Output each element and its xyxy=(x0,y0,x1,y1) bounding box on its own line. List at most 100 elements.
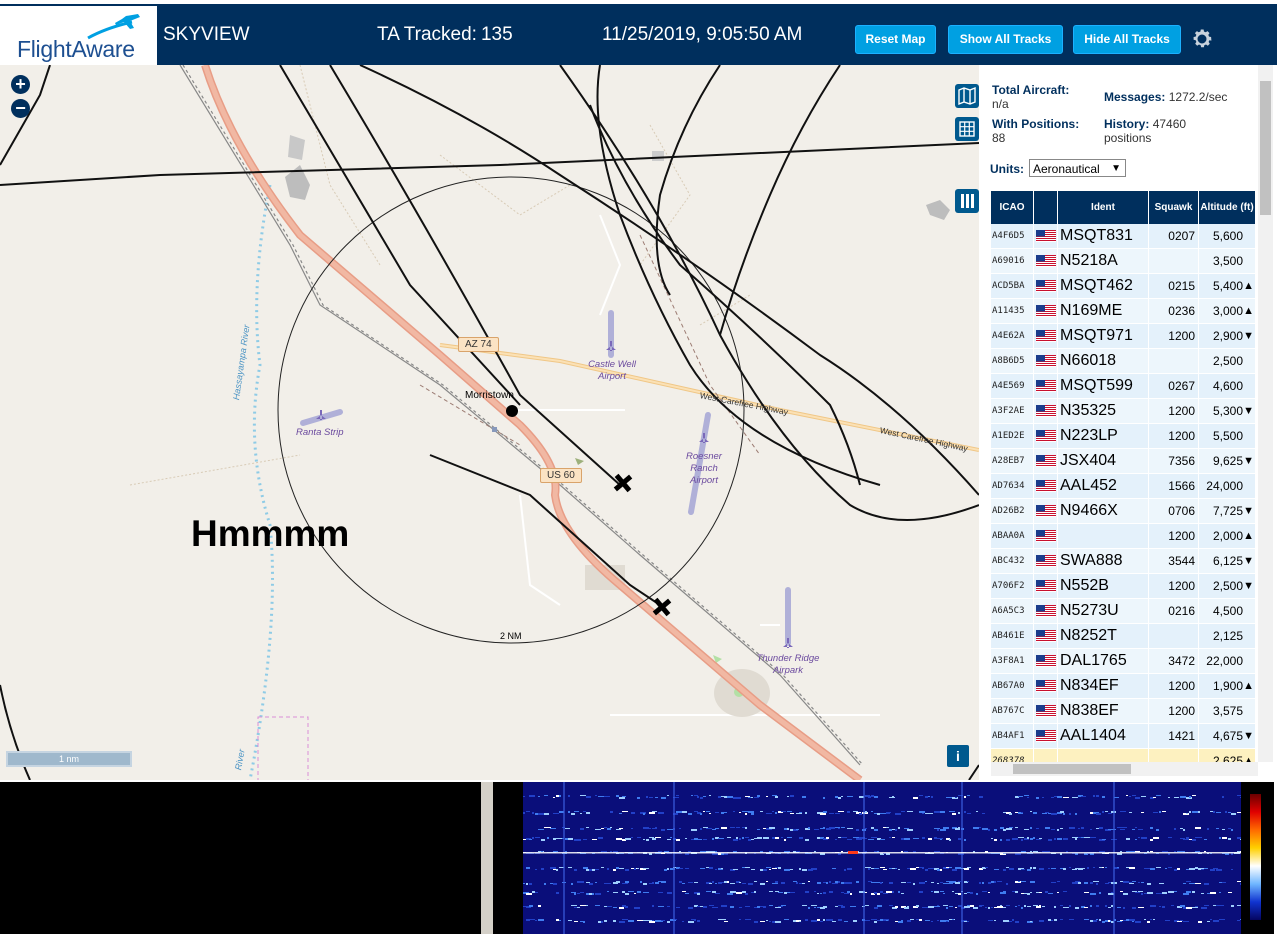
cell-altitude: 2,900 ▼ xyxy=(1199,324,1255,348)
cell-altitude: 2,125 xyxy=(1199,624,1255,648)
units-select[interactable]: Aeronautical ▼ xyxy=(1029,159,1126,177)
scrollbar-thumb[interactable] xyxy=(1013,764,1131,774)
cell-ident: N838EF xyxy=(1058,699,1149,723)
flag-us-icon xyxy=(1034,699,1058,723)
show-all-tracks-button[interactable]: Show All Tracks xyxy=(948,25,1063,54)
cell-squawk: 1421 xyxy=(1149,724,1199,748)
cell-altitude: 5,600 xyxy=(1199,224,1255,248)
scrollbar-thumb[interactable] xyxy=(1260,81,1271,215)
table-row[interactable]: A3F2AE N35325 1200 5,300 ▼ xyxy=(991,399,1255,424)
clock: 11/25/2019, 9:05:50 AM xyxy=(602,24,803,45)
table-row[interactable]: AB67A0 N834EF 1200 1,900 ▲ xyxy=(991,674,1255,699)
cell-squawk: 1200 xyxy=(1149,574,1199,598)
altitude-value: 22,000 xyxy=(1206,654,1243,668)
flightaware-logo[interactable]: FlightAware xyxy=(0,6,157,67)
zoom-out-button[interactable]: − xyxy=(11,99,30,118)
table-row[interactable]: AD7634 AAL452 1566 24,000 xyxy=(991,474,1255,499)
tracked-count: TA Tracked: 135 xyxy=(377,24,513,46)
cell-squawk xyxy=(1149,349,1199,373)
map-grid-button[interactable] xyxy=(955,117,979,141)
cell-squawk: 7356 xyxy=(1149,449,1199,473)
table-row[interactable]: AD26B2 N9466X 0706 7,725 ▼ xyxy=(991,499,1255,524)
col-squawk[interactable]: Squawk xyxy=(1149,191,1199,224)
table-row[interactable]: A4E569 MSQT599 0267 4,600 xyxy=(991,374,1255,399)
map-view[interactable]: + − Morristown AZ 74 US 60 West Carefree… xyxy=(0,65,979,780)
column-toggle-button[interactable] xyxy=(955,189,979,213)
col-flag[interactable] xyxy=(1034,191,1058,224)
cell-altitude: 7,725 ▼ xyxy=(1199,499,1255,523)
reset-map-button[interactable]: Reset Map xyxy=(855,25,936,54)
cell-altitude: 2,000 ▲ xyxy=(1199,524,1255,548)
cell-icao: ABC432 xyxy=(991,549,1034,573)
cell-ident: N223LP xyxy=(1058,424,1149,448)
logo-text: FlightAware xyxy=(17,36,135,62)
table-row[interactable]: A8B6D5 N66018 2,500 xyxy=(991,349,1255,374)
gear-icon[interactable] xyxy=(1190,27,1214,51)
app-name: SKYVIEW xyxy=(163,24,250,45)
cell-squawk: 0236 xyxy=(1149,299,1199,323)
with-positions-value: 88 xyxy=(992,131,1006,145)
table-row[interactable]: ABC432 SWA888 3544 6,125 ▼ xyxy=(991,549,1255,574)
flag-us-icon xyxy=(1034,424,1058,448)
top-bar: FlightAware SKYVIEW TA Tracked: 135 11/25… xyxy=(0,0,1277,67)
altitude-value: 3,500 xyxy=(1212,254,1243,268)
table-row[interactable]: A4E62A MSQT971 1200 2,900 ▼ xyxy=(991,324,1255,349)
map-icon xyxy=(958,86,976,106)
altitude-value: 3,575 xyxy=(1212,704,1243,718)
col-altitude[interactable]: Altitude (ft) xyxy=(1199,191,1255,224)
units-value: Aeronautical xyxy=(1033,162,1100,176)
cell-ident: N9466X xyxy=(1058,499,1149,523)
cell-squawk: 0215 xyxy=(1149,274,1199,298)
sidebar-vertical-scrollbar[interactable] xyxy=(1258,65,1273,762)
cell-ident: DAL1765 xyxy=(1058,649,1149,673)
cell-squawk: 0207 xyxy=(1149,224,1199,248)
altitude-value: 2,500 xyxy=(1212,354,1243,368)
town-label: Morristown xyxy=(465,390,514,401)
altitude-trend: ▲ xyxy=(1243,680,1254,692)
table-row[interactable]: ABAA0A 1200 2,000 ▲ xyxy=(991,524,1255,549)
grid-icon xyxy=(959,121,975,137)
cell-squawk: 1200 xyxy=(1149,674,1199,698)
cell-ident: N66018 xyxy=(1058,349,1149,373)
table-row[interactable]: A1ED2E N223LP 1200 5,500 xyxy=(991,424,1255,449)
cell-squawk: 0216 xyxy=(1149,599,1199,623)
table-row[interactable]: A28EB7 JSX404 7356 9,625 ▼ xyxy=(991,449,1255,474)
altitude-trend: ▲ xyxy=(1243,305,1254,317)
cell-icao: A3F8A1 xyxy=(991,649,1034,673)
table-row[interactable]: AB4AF1 AAL1404 1421 4,675 ▼ xyxy=(991,724,1255,749)
table-row[interactable]: AB461E N8252T 2,125 xyxy=(991,624,1255,649)
cell-ident: N8252T xyxy=(1058,624,1149,648)
cell-icao: A706F2 xyxy=(991,574,1034,598)
cell-icao: AB767C xyxy=(991,699,1034,723)
table-row[interactable]: A706F2 N552B 1200 2,500 ▼ xyxy=(991,574,1255,599)
zoom-in-button[interactable]: + xyxy=(11,75,30,94)
cell-icao: A3F2AE xyxy=(991,399,1034,423)
waterfall-plot xyxy=(523,782,1241,934)
table-row[interactable]: AB767C N838EF 1200 3,575 xyxy=(991,699,1255,724)
cell-ident: MSQT599 xyxy=(1058,374,1149,398)
table-row[interactable]: A3F8A1 DAL1765 3472 22,000 xyxy=(991,649,1255,674)
cell-squawk: 0267 xyxy=(1149,374,1199,398)
col-ident[interactable]: Ident xyxy=(1058,191,1149,224)
aircraft-marker[interactable] xyxy=(609,469,637,497)
table-row[interactable]: A69016 N5218A 3,500 xyxy=(991,249,1255,274)
info-button[interactable]: i xyxy=(947,745,969,767)
flag-us-icon xyxy=(1034,599,1058,623)
altitude-trend: ▼ xyxy=(1243,730,1254,742)
table-row[interactable]: A11435 N169ME 0236 3,000 ▲ xyxy=(991,299,1255,324)
col-icao[interactable]: ICAO xyxy=(991,191,1034,224)
altitude-value: 4,500 xyxy=(1212,604,1243,618)
hide-all-tracks-button[interactable]: Hide All Tracks xyxy=(1073,25,1181,54)
sidebar-horizontal-scrollbar[interactable] xyxy=(991,762,1258,776)
table-row[interactable]: A6A5C3 N5273U 0216 4,500 xyxy=(991,599,1255,624)
range-ring-label: 2 NM xyxy=(500,631,522,641)
map-canvas[interactable] xyxy=(0,65,979,780)
map-layers-button[interactable] xyxy=(955,84,979,108)
table-row[interactable]: A4F6D5 MSQT831 0207 5,600 xyxy=(991,224,1255,249)
table-row[interactable]: ACD5BA MSQT462 0215 5,400 ▲ xyxy=(991,274,1255,299)
road-shield-az74: AZ 74 xyxy=(458,337,499,352)
cell-icao: A1ED2E xyxy=(991,424,1034,448)
cell-ident: N834EF xyxy=(1058,674,1149,698)
panel-divider[interactable] xyxy=(481,782,493,934)
units-label: Units: xyxy=(990,162,1024,176)
